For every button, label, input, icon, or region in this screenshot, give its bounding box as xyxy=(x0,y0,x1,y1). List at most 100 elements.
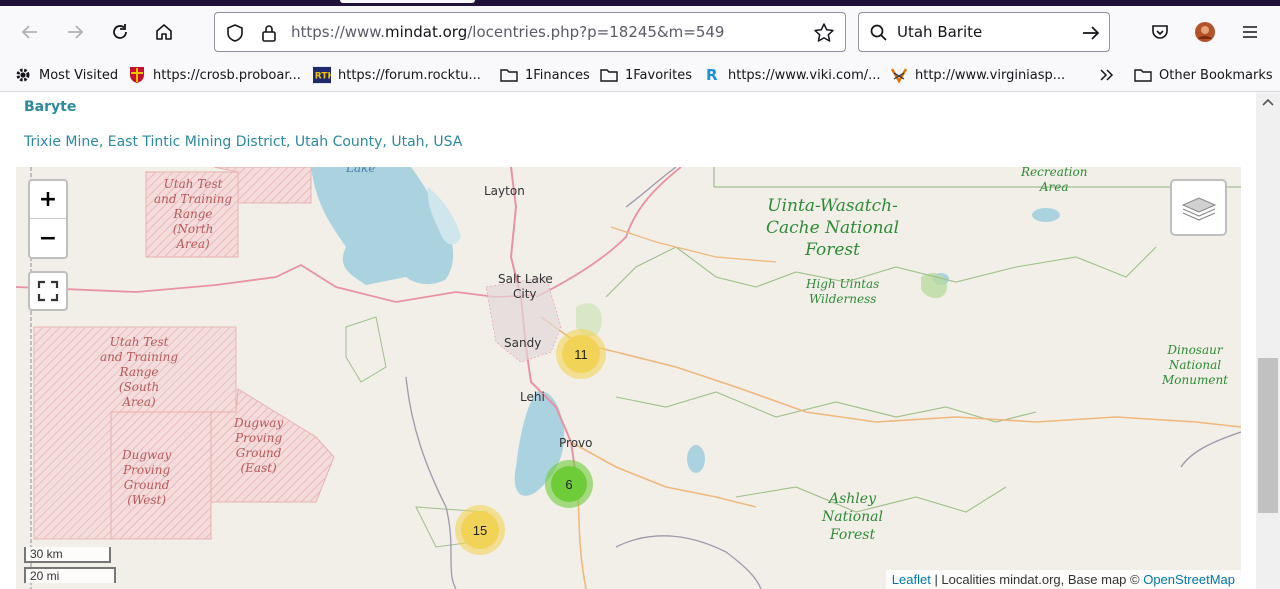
leaflet-link[interactable]: Leaflet xyxy=(892,572,931,587)
search-bar[interactable]: Utah Barite xyxy=(858,12,1110,52)
area-line: Forest xyxy=(805,240,860,260)
area-line: Proving xyxy=(123,463,171,477)
map-label-high-uintas: High Uintas Wilderness xyxy=(806,277,879,307)
active-tab-edge xyxy=(340,0,475,3)
back-arrow-icon xyxy=(21,25,37,39)
city-label-salt-lake: Salt Lake xyxy=(498,272,553,286)
home-button[interactable] xyxy=(148,16,180,48)
area-line: National xyxy=(1168,358,1222,372)
navigation-toolbar: https://www.mindat.org/locentries.php?p=… xyxy=(0,6,1280,58)
forward-arrow-icon xyxy=(68,25,84,39)
bookmark-most-visited[interactable]: Most Visited xyxy=(14,65,118,85)
area-line: (North xyxy=(172,222,214,236)
area-line: (East) xyxy=(240,461,277,475)
openstreetmap-link[interactable]: OpenStreetMap xyxy=(1143,572,1235,587)
area-line: Range xyxy=(119,365,159,379)
go-arrow-icon[interactable] xyxy=(1081,23,1101,43)
bookmark-label: Other Bookmarks xyxy=(1159,67,1273,83)
marker-cluster[interactable]: 6 xyxy=(545,460,593,508)
svg-text:R: R xyxy=(706,66,718,84)
back-button[interactable] xyxy=(14,16,46,48)
area-line: (South xyxy=(118,380,160,394)
folder-icon xyxy=(600,66,618,84)
bookmark-1favorites[interactable]: 1Favorites xyxy=(600,65,692,85)
area-line: Wilderness xyxy=(808,292,877,306)
gear-icon xyxy=(14,66,32,84)
menu-button[interactable] xyxy=(1234,16,1266,48)
pocket-button[interactable] xyxy=(1144,16,1176,48)
area-line: Area) xyxy=(122,395,156,409)
city-label-provo: Provo xyxy=(559,436,593,450)
bookmark-label: https://forum.rocktu... xyxy=(338,67,481,83)
mineral-link[interactable]: Baryte xyxy=(24,99,76,115)
area-line: Recreation xyxy=(1021,167,1088,179)
url-domain: mindat.org xyxy=(384,23,468,41)
reload-icon xyxy=(113,24,127,39)
home-icon xyxy=(156,24,172,40)
forward-button[interactable] xyxy=(59,16,91,48)
reload-button[interactable] xyxy=(104,16,136,48)
avatar xyxy=(1195,22,1215,42)
fullscreen-icon xyxy=(37,280,59,302)
lock-icon[interactable] xyxy=(259,23,279,43)
map-label-dugway-east: Dugway Proving Ground (East) xyxy=(234,416,283,476)
page-scrollbar[interactable] xyxy=(1256,93,1280,589)
bookmark-other[interactable]: Other Bookmarks xyxy=(1134,65,1273,85)
area-line: Utah Test xyxy=(163,177,223,191)
area-line: Ashley xyxy=(829,491,876,507)
scrollbar-thumb[interactable] xyxy=(1258,358,1278,513)
map-attribution: Leaflet | Localities mindat.org, Base ma… xyxy=(885,570,1241,589)
map-label-utah-test-south: Utah Test and Training Range (South Area… xyxy=(100,335,178,410)
map-label-dugway-west: Dugway Proving Ground (West) xyxy=(122,448,171,508)
area-line: Area) xyxy=(176,237,210,251)
bookmark-viki[interactable]: R https://www.viki.com/... xyxy=(703,65,881,85)
locality-link[interactable]: Trixie Mine, East Tintic Mining District… xyxy=(24,134,462,150)
bookmarks-overflow-button[interactable] xyxy=(1098,65,1116,85)
scroll-up-icon[interactable] xyxy=(1261,97,1275,107)
area-line: Dinosaur xyxy=(1167,343,1223,357)
marker-cluster[interactable]: 11 xyxy=(556,329,606,379)
map-label-dinosaur: Dinosaur National Monument xyxy=(1162,343,1228,388)
area-line: Range xyxy=(173,207,213,221)
bookmark-virginia[interactable]: http://www.virginiasp... xyxy=(890,65,1065,85)
marker-cluster[interactable]: 15 xyxy=(455,505,505,555)
account-button[interactable] xyxy=(1189,16,1221,48)
area-line: (West) xyxy=(127,493,167,507)
url-path: /locentries.php?p=18245&m=549 xyxy=(467,23,725,41)
area-line: High Uintas xyxy=(806,277,880,291)
fullscreen-button[interactable] xyxy=(28,271,68,311)
area-line: Proving xyxy=(235,431,283,445)
map-label-ashley-forest: Ashley National Forest xyxy=(822,490,883,544)
bookmark-label: https://crosb.proboar... xyxy=(153,67,301,83)
address-bar[interactable]: https://www.mindat.org/locentries.php?p=… xyxy=(214,12,846,52)
hamburger-icon xyxy=(1243,26,1257,38)
cluster-count: 15 xyxy=(461,511,499,549)
bookmark-label: Most Visited xyxy=(39,67,119,83)
shield-icon[interactable] xyxy=(225,23,245,43)
bookmark-crosb[interactable]: https://crosb.proboar... xyxy=(128,65,301,85)
map-label-uinta-forest: Uinta-Wasatch- Cache National Forest xyxy=(766,195,899,261)
folder-icon xyxy=(500,66,518,84)
city-label-layton: Layton xyxy=(484,184,525,198)
rth-logo-icon: RTH xyxy=(313,66,331,84)
bookmark-rocktumbler[interactable]: RTH https://forum.rocktu... xyxy=(313,65,481,85)
attribution-text: | Localities mindat.org, Base map © xyxy=(930,572,1144,587)
area-line: Cache National xyxy=(766,218,900,238)
layers-icon xyxy=(1181,196,1216,221)
area-line: National xyxy=(822,509,883,525)
bookmark-label: http://www.virginiasp... xyxy=(915,67,1066,83)
folder-icon xyxy=(1134,66,1152,84)
svg-text:RTH: RTH xyxy=(315,72,331,82)
area-line: Area xyxy=(1039,180,1069,194)
v-logo-icon xyxy=(890,66,908,84)
zoom-out-button[interactable]: − xyxy=(30,219,66,257)
city-label-city: City xyxy=(513,287,537,301)
bookmark-1finances[interactable]: 1Finances xyxy=(500,65,590,85)
layers-button[interactable] xyxy=(1170,179,1227,236)
bookmark-label: 1Favorites xyxy=(625,67,692,83)
star-bookmark-icon[interactable] xyxy=(813,22,835,44)
area-line: Ground xyxy=(123,478,170,492)
leaflet-map[interactable]: Utah Test and Training Range (North Area… xyxy=(16,167,1241,589)
url-text[interactable]: https://www.mindat.org/locentries.php?p=… xyxy=(291,23,724,41)
zoom-in-button[interactable]: + xyxy=(30,181,66,219)
